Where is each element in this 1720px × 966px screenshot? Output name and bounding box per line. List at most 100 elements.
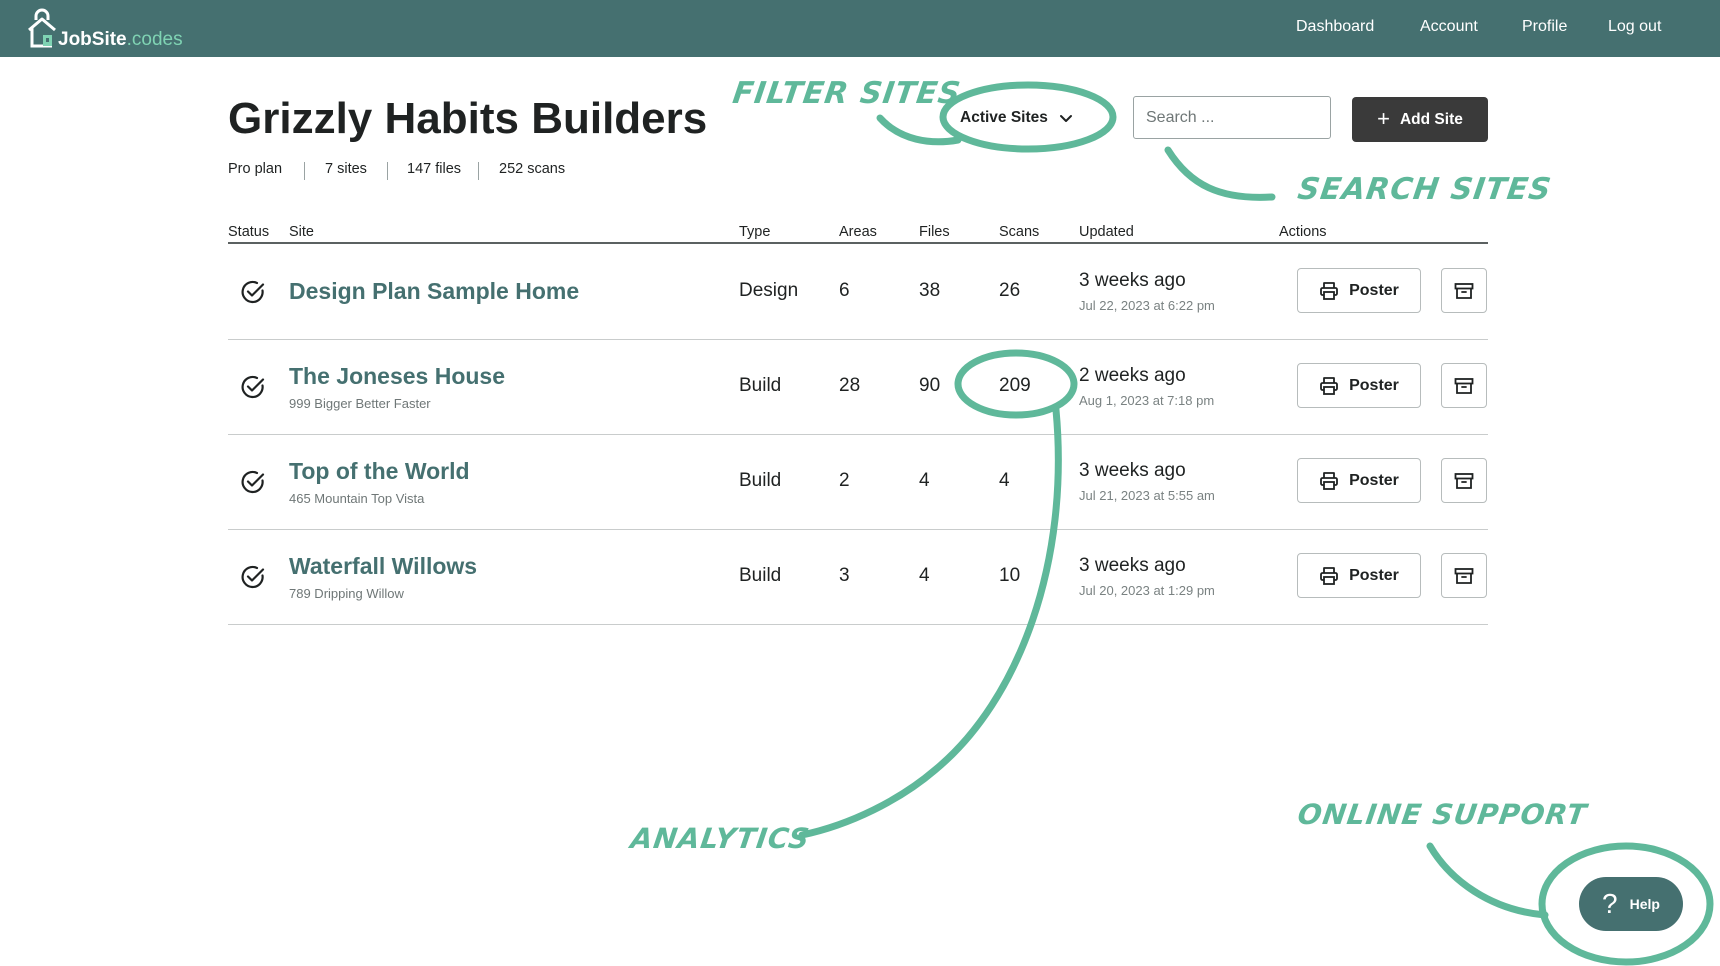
updated-timestamp: Aug 1, 2023 at 7:18 pm	[1079, 393, 1215, 408]
site-address: 999 Bigger Better Faster	[289, 396, 431, 411]
archive-icon	[1454, 377, 1474, 394]
check-circle-icon	[241, 470, 265, 494]
updated-timestamp: Jul 22, 2023 at 6:22 pm	[1079, 298, 1215, 313]
areas-count: 28	[839, 375, 861, 396]
top-navbar: JobSite.codes Dashboard Account Profile …	[0, 0, 1720, 57]
files-count: 4	[919, 470, 930, 491]
printer-icon	[1320, 566, 1338, 585]
areas-count: 2	[839, 470, 850, 491]
help-button[interactable]: ? Help	[1579, 877, 1683, 931]
table-header: Status Site Type Areas Files Scans Updat…	[228, 224, 1488, 244]
printer-icon	[1320, 471, 1338, 490]
print-poster-button[interactable]: Poster	[1297, 363, 1421, 408]
add-site-button[interactable]: + Add Site	[1352, 97, 1488, 142]
updated-relative: 3 weeks ago	[1079, 555, 1186, 576]
updated-relative: 2 weeks ago	[1079, 365, 1186, 386]
annotation-analytics: ANALYTICS	[628, 822, 813, 855]
table-row: Waterfall Willows 789 Dripping Willow Bu…	[228, 529, 1488, 625]
archive-site-button[interactable]	[1441, 553, 1487, 598]
scans-count: 10	[999, 565, 1021, 586]
poster-label: Poster	[1349, 471, 1399, 489]
plan-stat: Pro plan	[228, 161, 283, 177]
site-name-link[interactable]: Top of the World	[289, 458, 470, 485]
logo-text-secondary: .codes	[126, 29, 183, 50]
nav-profile-link[interactable]: Profile	[1522, 18, 1567, 36]
stat-divider	[478, 162, 479, 180]
column-header-scans: Scans	[999, 224, 1040, 240]
updated-timestamp: Jul 20, 2023 at 1:29 pm	[1079, 583, 1215, 598]
annotation-filter-sites: FILTER SITES	[730, 76, 964, 111]
table-row: The Joneses House 999 Bigger Better Fast…	[228, 339, 1488, 435]
print-poster-button[interactable]: Poster	[1297, 553, 1421, 598]
stat-divider	[304, 162, 305, 180]
table-row: Design Plan Sample Home Design 6 38 26 3…	[228, 244, 1488, 340]
column-header-site: Site	[289, 224, 314, 240]
print-poster-button[interactable]: Poster	[1297, 458, 1421, 503]
column-header-areas: Areas	[839, 224, 877, 240]
archive-icon	[1454, 282, 1474, 299]
poster-label: Poster	[1349, 376, 1399, 394]
updated-timestamp: Jul 21, 2023 at 5:55 am	[1079, 488, 1215, 503]
site-type: Design	[739, 280, 799, 301]
site-type: Build	[739, 375, 782, 396]
scans-stat: 252 scans	[499, 161, 566, 177]
files-count: 90	[919, 375, 941, 396]
nav-account-link[interactable]: Account	[1420, 18, 1478, 36]
column-header-status: Status	[228, 224, 270, 240]
annotation-arrow	[1164, 146, 1276, 201]
question-mark-icon: ?	[1602, 888, 1618, 919]
stat-divider	[387, 162, 388, 180]
archive-icon	[1454, 567, 1474, 584]
files-stat: 147 files	[407, 161, 462, 177]
column-header-files: Files	[919, 224, 950, 240]
chevron-down-icon	[1059, 115, 1072, 122]
sites-stat: 7 sites	[325, 161, 367, 177]
annotation-online-support: ONLINE SUPPORT	[1295, 798, 1590, 831]
check-circle-icon	[241, 375, 265, 399]
files-count: 38	[919, 280, 941, 301]
site-filter-dropdown[interactable]: Active Sites	[960, 104, 1105, 132]
printer-icon	[1320, 376, 1338, 395]
table-row: Top of the World 465 Mountain Top Vista …	[228, 434, 1488, 530]
archive-site-button[interactable]	[1441, 363, 1487, 408]
site-name-link[interactable]: Waterfall Willows	[289, 553, 477, 580]
site-type: Build	[739, 470, 782, 491]
files-count: 4	[919, 565, 930, 586]
column-header-updated: Updated	[1079, 224, 1134, 240]
site-address: 465 Mountain Top Vista	[289, 491, 425, 506]
nav-dashboard-link[interactable]: Dashboard	[1296, 18, 1374, 36]
check-circle-icon	[241, 565, 265, 589]
column-header-type: Type	[739, 224, 771, 240]
print-poster-button[interactable]: Poster	[1297, 268, 1421, 313]
help-label: Help	[1629, 896, 1660, 912]
archive-icon	[1454, 472, 1474, 489]
site-address: 789 Dripping Willow	[289, 586, 404, 601]
poster-label: Poster	[1349, 566, 1399, 584]
page-title: Grizzly Habits Builders	[228, 94, 708, 143]
check-circle-icon	[241, 280, 265, 304]
nav-logout-link[interactable]: Log out	[1608, 18, 1661, 36]
house-lock-icon	[28, 8, 56, 48]
search-input[interactable]	[1133, 96, 1331, 139]
printer-icon	[1320, 281, 1338, 300]
scans-count: 4	[999, 470, 1010, 491]
annotation-arrow	[1426, 842, 1549, 919]
archive-site-button[interactable]	[1441, 268, 1487, 313]
updated-relative: 3 weeks ago	[1079, 270, 1186, 291]
archive-site-button[interactable]	[1441, 458, 1487, 503]
areas-count: 6	[839, 280, 850, 301]
annotation-arrow	[876, 114, 962, 146]
add-site-label: Add Site	[1399, 110, 1463, 128]
updated-relative: 3 weeks ago	[1079, 460, 1186, 481]
plus-icon: +	[1377, 105, 1390, 131]
column-header-actions: Actions	[1279, 224, 1327, 240]
annotation-search-sites: SEARCH SITES	[1295, 172, 1554, 207]
poster-label: Poster	[1349, 281, 1399, 299]
site-name-link[interactable]: The Joneses House	[289, 363, 505, 390]
site-name-link[interactable]: Design Plan Sample Home	[289, 278, 579, 305]
logo-text-primary: JobSite	[58, 29, 127, 50]
site-type: Build	[739, 565, 782, 586]
areas-count: 3	[839, 565, 850, 586]
filter-selected-value: Active Sites	[960, 109, 1048, 126]
scans-count: 26	[999, 280, 1021, 301]
